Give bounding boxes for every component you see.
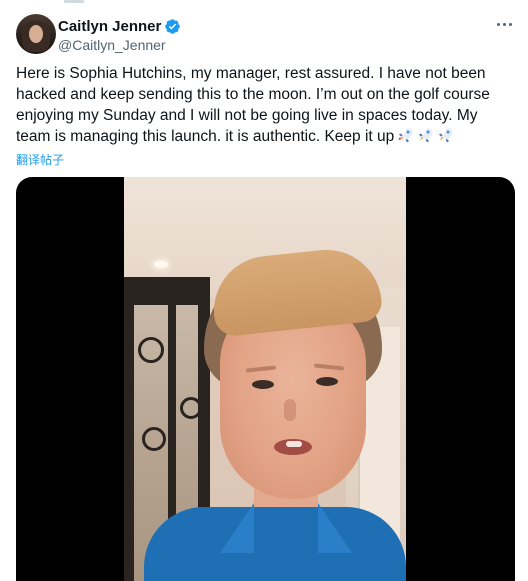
tweet-text: Here is Sophia Hutchins, my manager, res… <box>16 63 512 147</box>
blue-shirt <box>144 507 406 581</box>
dot <box>508 22 512 26</box>
rocket-icon <box>419 128 433 143</box>
author-names: Caitlyn Jenner @Caitlyn_Jenner <box>58 16 181 53</box>
nose <box>284 399 296 421</box>
collar-right <box>318 503 352 553</box>
divider-mark <box>64 0 84 3</box>
author-handle[interactable]: @Caitlyn_Jenner <box>58 37 181 53</box>
display-name[interactable]: Caitlyn Jenner <box>58 18 161 35</box>
collar-left <box>220 503 254 553</box>
dot <box>502 22 506 26</box>
video-frame[interactable] <box>124 177 406 581</box>
rocket-icon <box>439 128 453 143</box>
avatar[interactable] <box>16 14 56 54</box>
eye-right <box>316 377 338 386</box>
tweet-header: Caitlyn Jenner @Caitlyn_Jenner <box>16 12 516 56</box>
eye-left <box>252 380 274 389</box>
door-scrollwork <box>142 427 166 451</box>
translate-post-link[interactable]: 翻译帖子 <box>16 151 64 168</box>
teeth <box>286 441 302 447</box>
verified-badge-icon <box>165 18 181 34</box>
door-scrollwork <box>138 337 164 363</box>
dot <box>496 22 500 26</box>
display-name-row: Caitlyn Jenner <box>58 16 181 36</box>
avatar-face <box>29 25 43 43</box>
video-player[interactable] <box>16 177 515 581</box>
ceiling-light <box>154 261 168 268</box>
previous-tweet-edge <box>0 0 528 4</box>
door-scrollwork <box>180 397 202 419</box>
more-options-icon[interactable] <box>494 16 514 32</box>
rocket-icon <box>398 128 413 143</box>
